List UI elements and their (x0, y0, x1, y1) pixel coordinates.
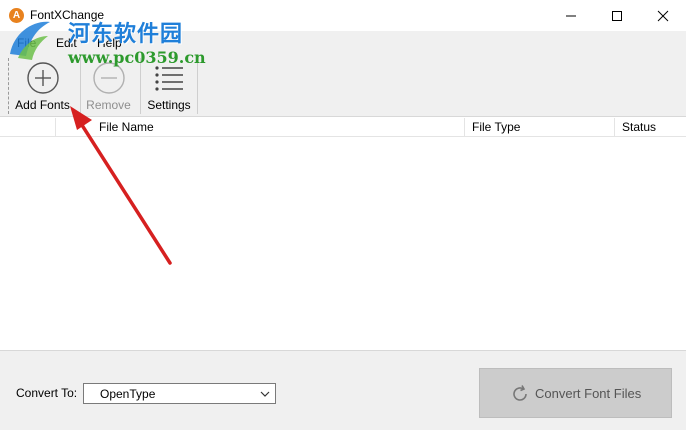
bottom-panel: Convert To: OpenType Convert Font Files (0, 350, 686, 430)
column-header-file-type[interactable]: File Type (465, 118, 615, 137)
column-header-checkbox[interactable] (0, 118, 56, 137)
settings-label: Settings (147, 98, 191, 112)
menu-help[interactable]: Help (97, 36, 122, 50)
settings-button[interactable]: Settings (140, 58, 198, 114)
format-select[interactable]: OpenType (83, 383, 276, 404)
settings-list-icon (155, 66, 183, 91)
close-icon (657, 10, 669, 22)
add-fonts-button[interactable]: Add Fonts (8, 58, 76, 114)
app-icon: A (9, 8, 24, 23)
chevron-down-icon (260, 391, 270, 397)
convert-font-files-button[interactable]: Convert Font Files (479, 368, 672, 418)
minimize-icon (566, 15, 576, 17)
app-icon-letter: A (12, 10, 21, 21)
menu-bar: File Edit Help (0, 31, 686, 55)
maximize-icon (612, 11, 622, 21)
file-list[interactable] (0, 138, 686, 350)
column-header-file-name[interactable]: File Name (92, 118, 465, 137)
menu-edit[interactable]: Edit (56, 36, 77, 50)
convert-button-label: Convert Font Files (535, 386, 642, 401)
title-bar: A FontXChange (0, 0, 686, 31)
toolbar: Add Fonts Remove Settings (0, 55, 686, 117)
maximize-button[interactable] (594, 0, 640, 31)
menu-file[interactable]: File (17, 36, 36, 50)
minimize-button[interactable] (548, 0, 594, 31)
remove-label: Remove (86, 98, 131, 112)
refresh-icon (513, 385, 527, 401)
close-button[interactable] (640, 0, 686, 31)
window-title: FontXChange (30, 8, 105, 22)
format-select-value: OpenType (100, 387, 156, 401)
remove-circle-icon (92, 62, 125, 94)
add-circle-icon (26, 62, 59, 94)
column-header-status[interactable]: Status (615, 118, 686, 137)
convert-to-label: Convert To: (16, 386, 78, 400)
add-fonts-label: Add Fonts (15, 98, 70, 112)
remove-button[interactable]: Remove (80, 58, 136, 114)
file-table-header: File Name File Type Status (0, 118, 686, 137)
